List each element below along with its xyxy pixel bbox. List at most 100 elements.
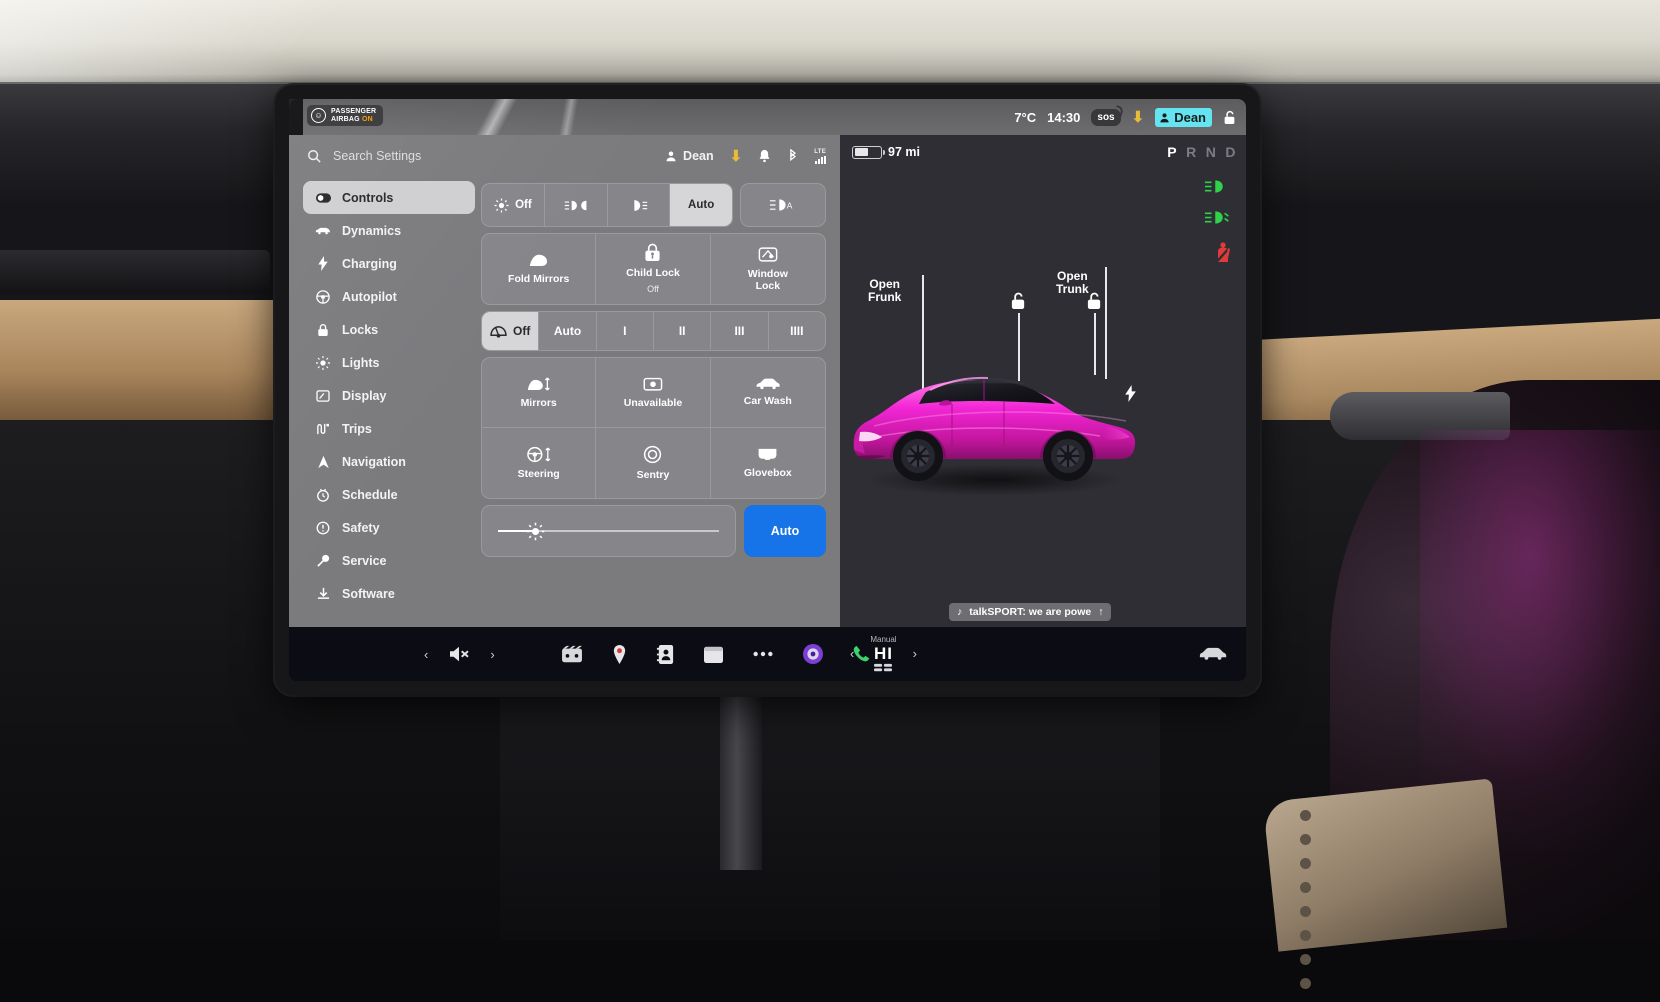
sidebar-item-dynamics[interactable]: Dynamics xyxy=(303,214,475,247)
camera-status-label: Unavailable xyxy=(624,397,682,409)
sidebar-item-navigation[interactable]: Navigation xyxy=(303,445,475,478)
window-lock-tile[interactable]: Window Lock xyxy=(711,234,825,304)
download-icon[interactable]: ⬇ xyxy=(1132,108,1145,126)
browser-app-icon[interactable] xyxy=(802,643,824,665)
media-now-playing-chip[interactable]: ♪ talkSPORT: we are powe ↑ xyxy=(949,603,1111,621)
sidebar-item-display[interactable]: Display xyxy=(303,379,475,412)
download-icon[interactable]: ⬇ xyxy=(730,147,743,165)
brightness-auto-button[interactable]: Auto xyxy=(744,505,826,557)
sidebar-item-schedule[interactable]: Schedule xyxy=(303,478,475,511)
climate-car-icon[interactable] xyxy=(1198,646,1228,661)
steering-icon xyxy=(315,290,331,304)
sidebar-label: Safety xyxy=(342,521,380,535)
car-visualizer[interactable]: 97 mi P R N D xyxy=(840,135,1246,627)
media-app-icon[interactable] xyxy=(561,645,583,664)
brightness-handle[interactable] xyxy=(525,520,547,542)
wiper-speed-4-option[interactable]: IIII xyxy=(769,312,825,350)
mirrors-label: Mirrors xyxy=(521,397,557,409)
dashboard-wood-trim-left xyxy=(0,300,300,430)
calendar-app-icon[interactable] xyxy=(703,645,724,664)
brightness-track[interactable] xyxy=(498,530,719,532)
wiper-off-label: Off xyxy=(513,324,530,338)
sidebar-item-trips[interactable]: Trips xyxy=(303,412,475,445)
wiper-speed-3-option[interactable]: III xyxy=(711,312,768,350)
driver-profile-button[interactable]: Dean xyxy=(1155,108,1212,127)
volume-mute-icon[interactable] xyxy=(448,645,470,663)
steering-tile[interactable]: Steering xyxy=(482,428,596,498)
camera-unavailable-tile[interactable]: Unavailable xyxy=(596,358,710,428)
passenger-airbag-indicator: ☺ PASSENGER AIRBAG ON xyxy=(307,105,383,126)
open-trunk-button[interactable]: Open Trunk xyxy=(1056,270,1089,297)
sidebar-item-charging[interactable]: Charging xyxy=(303,247,475,280)
unlock-icon[interactable] xyxy=(1223,110,1236,125)
bluetooth-icon[interactable] xyxy=(787,149,798,164)
mirror-adjust-icon xyxy=(526,376,552,392)
navigation-pin-icon[interactable] xyxy=(611,644,628,665)
climate-temp-up-button[interactable]: › xyxy=(913,646,917,661)
wiper-speed-1-option[interactable]: I xyxy=(597,312,654,350)
wiper-speed-2-option[interactable]: II xyxy=(654,312,711,350)
screen-body: Search Settings Dean ⬇ LTE xyxy=(289,135,1246,627)
search-settings-field[interactable]: Search Settings xyxy=(307,149,655,163)
profile-name: Dean xyxy=(1174,110,1206,125)
seat-heater-icon[interactable] xyxy=(872,663,894,672)
sidebar-item-service[interactable]: Service xyxy=(303,544,475,577)
climate-temperature-display[interactable]: Manual HI xyxy=(870,636,896,671)
brightness-slider[interactable] xyxy=(481,505,736,557)
sidebar-item-controls[interactable]: Controls xyxy=(303,181,475,214)
chevron-up-icon[interactable]: ↑ xyxy=(1098,606,1103,618)
mirrors-tile[interactable]: Mirrors xyxy=(482,358,596,428)
sos-button[interactable]: sos xyxy=(1091,109,1120,126)
lights-auto-option[interactable]: Auto xyxy=(670,184,732,226)
window-lock-label: Window Lock xyxy=(748,268,788,292)
software-icon xyxy=(315,587,331,600)
auto-high-beam-button[interactable]: A xyxy=(740,183,826,227)
wiper-off-option[interactable]: Off xyxy=(482,312,539,350)
headlight-mode-segment[interactable]: Off xyxy=(481,183,733,227)
person-icon xyxy=(665,150,677,162)
camera-icon xyxy=(643,376,663,392)
wiper-speed-segment[interactable]: Off Auto I II III IIII xyxy=(481,311,826,351)
phone-contacts-icon[interactable] xyxy=(656,644,675,665)
more-apps-icon[interactable] xyxy=(752,649,774,659)
sentry-mode-tile[interactable]: Sentry xyxy=(596,428,710,498)
lights-auto-label: Auto xyxy=(688,199,714,211)
glovebox-tile[interactable]: Glovebox xyxy=(711,428,825,498)
lights-off-option[interactable]: Off xyxy=(482,184,545,226)
low-beam-icon xyxy=(627,199,649,212)
settings-profile-button[interactable]: Dean xyxy=(665,149,714,163)
center-console xyxy=(500,690,1160,940)
bottom-taskbar: ‹ › xyxy=(289,627,1246,681)
wrench-icon xyxy=(315,554,331,568)
sidebar-item-lights[interactable]: Lights xyxy=(303,346,475,379)
unlock-icon xyxy=(1010,291,1027,311)
sidebar-label: Display xyxy=(342,389,386,403)
chevron-left-icon[interactable]: ‹ xyxy=(424,647,428,662)
light-off-icon xyxy=(494,198,509,213)
parking-lights-option[interactable] xyxy=(545,184,608,226)
parking-light-icon xyxy=(563,199,589,212)
tesla-touchscreen[interactable]: ☺ PASSENGER AIRBAG ON 7°C 14:30 sos ⬇ De… xyxy=(289,99,1246,681)
frunk-label-line1: Open xyxy=(868,278,901,291)
child-lock-tile[interactable]: Child Lock Off xyxy=(596,234,710,304)
brightness-auto-label: Auto xyxy=(771,524,799,538)
sidebar-label: Autopilot xyxy=(342,290,397,304)
wiper-auto-option[interactable]: Auto xyxy=(539,312,596,350)
sidebar-item-autopilot[interactable]: Autopilot xyxy=(303,280,475,313)
low-beam-option[interactable] xyxy=(608,184,671,226)
trunk-label-line1: Open xyxy=(1056,270,1089,283)
wiper-speed-1-label: I xyxy=(623,324,626,338)
open-frunk-button[interactable]: Open Frunk xyxy=(868,278,901,305)
chevron-right-icon[interactable]: › xyxy=(490,647,494,662)
brightness-row: Auto xyxy=(481,505,826,557)
car-wash-tile[interactable]: Car Wash xyxy=(711,358,825,428)
sidebar-item-locks[interactable]: Locks xyxy=(303,313,475,346)
search-icon xyxy=(307,149,321,163)
fold-mirrors-tile[interactable]: Fold Mirrors xyxy=(482,234,596,304)
climate-temp-down-button[interactable]: ‹ xyxy=(850,646,854,661)
bell-icon[interactable] xyxy=(758,149,771,163)
sidebar-item-safety[interactable]: Safety xyxy=(303,511,475,544)
tesla-model-3-render[interactable] xyxy=(844,340,1144,500)
sidebar-label: Schedule xyxy=(342,488,398,502)
sidebar-item-software[interactable]: Software xyxy=(303,577,475,610)
